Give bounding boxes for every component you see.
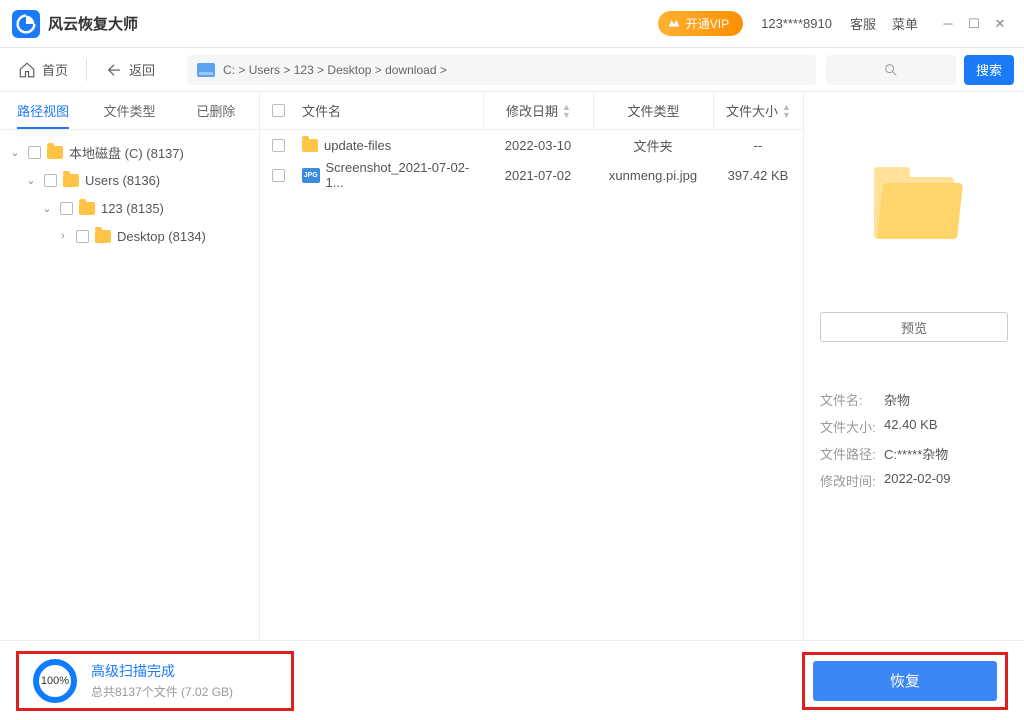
search-button[interactable]: 搜索	[964, 55, 1014, 85]
folder-icon	[874, 177, 954, 239]
vip-button[interactable]: 开通VIP	[658, 11, 743, 36]
tree-checkbox[interactable]	[28, 146, 41, 159]
meta-date-label: 修改时间:	[820, 471, 884, 490]
col-date[interactable]: 修改日期▲▼	[483, 92, 593, 129]
row-checkbox[interactable]	[272, 169, 285, 182]
tree-checkbox[interactable]	[44, 174, 57, 187]
row-checkbox[interactable]	[272, 139, 285, 152]
meta-name-label: 文件名:	[820, 390, 884, 409]
status-title: 高级扫描完成	[91, 661, 233, 681]
tree-item[interactable]: ⌄ Users (8136)	[0, 166, 259, 194]
tree-checkbox[interactable]	[76, 230, 89, 243]
sort-icon: ▲▼	[562, 103, 571, 119]
home-button[interactable]: 首页	[0, 48, 86, 91]
tree-toggle-icon[interactable]: ⌄	[24, 174, 38, 187]
menu-link[interactable]: 菜单	[892, 14, 918, 33]
col-name[interactable]: 文件名	[296, 101, 483, 120]
vip-label: 开通VIP	[686, 15, 729, 32]
meta-path-label: 文件路径:	[820, 444, 884, 463]
tree-toggle-icon[interactable]: ›	[56, 230, 70, 242]
search-icon	[883, 62, 899, 78]
tree-item[interactable]: › Desktop (8134)	[0, 222, 259, 250]
jpg-icon: JPG	[302, 168, 320, 183]
meta-size-label: 文件大小:	[820, 417, 884, 436]
home-icon	[18, 61, 36, 79]
tab-deleted[interactable]: 已删除	[173, 92, 259, 129]
scan-status: 100% 高级扫描完成 总共8137个文件 (7.02 GB)	[16, 651, 294, 711]
disk-icon	[197, 63, 215, 77]
app-title: 风云恢复大师	[48, 13, 138, 34]
table-row[interactable]: JPG Screenshot_2021-07-02-1... 2021-07-0…	[260, 160, 803, 190]
table-row[interactable]: update-files 2022-03-10 文件夹 --	[260, 130, 803, 160]
back-icon	[105, 61, 123, 79]
tree-checkbox[interactable]	[60, 202, 73, 215]
support-link[interactable]: 客服	[850, 14, 876, 33]
meta-size-value: 42.40 KB	[884, 417, 938, 436]
app-logo	[12, 10, 40, 38]
status-subtitle: 总共8137个文件 (7.02 GB)	[91, 683, 233, 700]
folder-icon	[95, 230, 111, 243]
close-button[interactable]: ✕	[988, 12, 1012, 36]
select-all-checkbox[interactable]	[272, 104, 285, 117]
tab-path-view[interactable]: 路径视图	[0, 92, 86, 129]
folder-icon	[302, 139, 318, 152]
sort-icon: ▲▼	[782, 103, 791, 119]
search-input[interactable]	[826, 55, 956, 85]
back-button[interactable]: 返回	[87, 48, 173, 91]
minimize-button[interactable]: ─	[936, 12, 960, 36]
tree-item[interactable]: ⌄ 123 (8135)	[0, 194, 259, 222]
preview-thumbnail	[820, 108, 1008, 308]
meta-name-value: 杂物	[884, 390, 910, 409]
maximize-button[interactable]: ☐	[962, 12, 986, 36]
folder-icon	[47, 146, 63, 159]
folder-icon	[63, 174, 79, 187]
tree-toggle-icon[interactable]: ⌄	[40, 202, 54, 215]
breadcrumb[interactable]: C: > Users > 123 > Desktop > download >	[187, 55, 816, 85]
progress-ring: 100%	[33, 659, 77, 703]
meta-date-value: 2022-02-09	[884, 471, 951, 490]
tree-toggle-icon[interactable]: ⌄	[8, 146, 22, 159]
col-size[interactable]: 文件大小▲▼	[713, 92, 803, 129]
user-id[interactable]: 123****8910	[761, 16, 832, 31]
preview-button[interactable]: 预览	[820, 312, 1008, 342]
list-header: 文件名 修改日期▲▼ 文件类型 文件大小▲▼	[260, 92, 803, 130]
meta-path-value: C:*****杂物	[884, 444, 948, 463]
col-type[interactable]: 文件类型	[593, 92, 713, 129]
folder-tree: ⌄ 本地磁盘 (C) (8137) ⌄ Users (8136) ⌄ 123 (…	[0, 130, 259, 640]
tab-file-type[interactable]: 文件类型	[86, 92, 172, 129]
folder-icon	[79, 202, 95, 215]
recover-button[interactable]: 恢复	[813, 661, 997, 701]
tree-item[interactable]: ⌄ 本地磁盘 (C) (8137)	[0, 138, 259, 166]
